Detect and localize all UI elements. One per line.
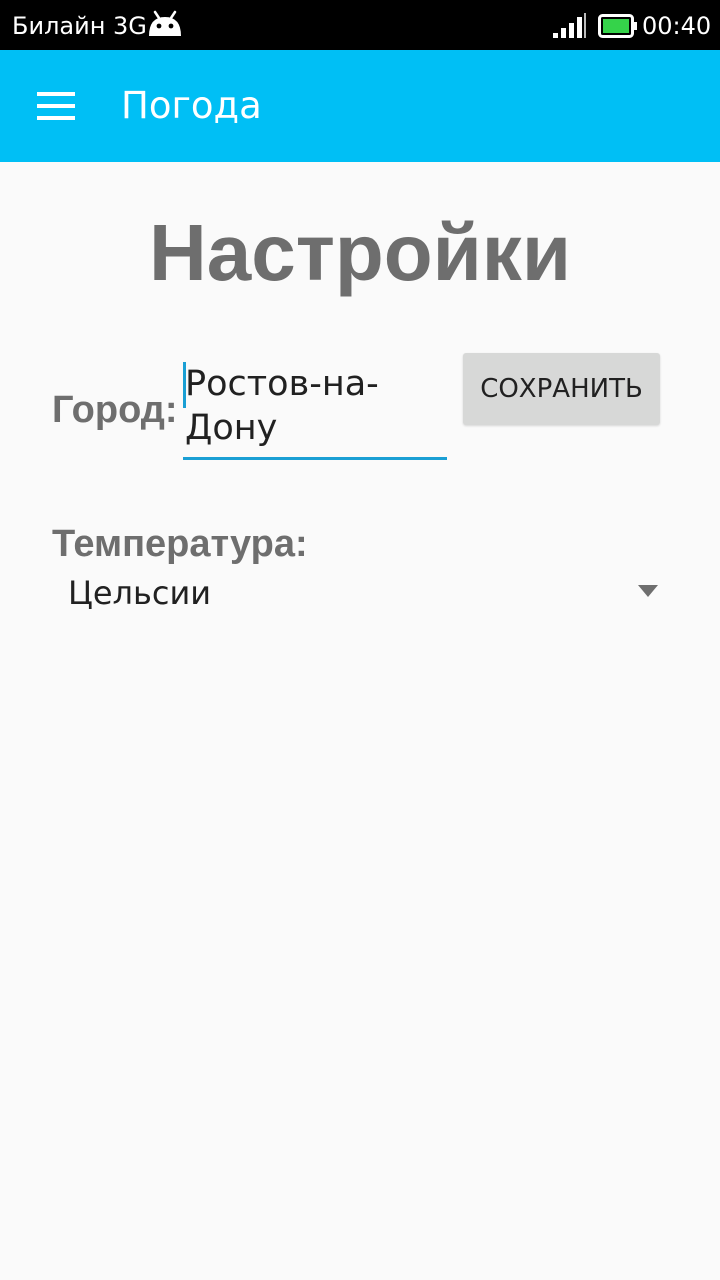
android-icon (149, 10, 181, 36)
menu-icon (37, 92, 75, 120)
app-bar: Погода (0, 50, 720, 162)
text-cursor (183, 362, 186, 408)
carrier-name: Билайн 3G (12, 12, 147, 40)
city-input-value: Ростов-на-Дону (185, 364, 379, 448)
status-bar: Билайн 3G 00:40 (0, 0, 720, 50)
clock: 00:40 (642, 12, 712, 40)
temperature-label: Температура: (52, 523, 308, 565)
dropdown-arrow-icon (638, 585, 658, 597)
temperature-select[interactable]: Цельсии (52, 564, 672, 624)
page-title: Настройки (148, 208, 572, 297)
battery-icon (598, 14, 637, 38)
city-input[interactable]: Ростов-на-Дону (183, 362, 447, 460)
city-label: Город: (52, 389, 178, 431)
app-title: Погода (121, 84, 262, 127)
menu-button[interactable] (26, 76, 86, 136)
temperature-selected-value: Цельсии (68, 574, 212, 612)
signal-icon (553, 13, 586, 38)
save-button[interactable]: СОХРАНИТЬ (463, 353, 660, 425)
